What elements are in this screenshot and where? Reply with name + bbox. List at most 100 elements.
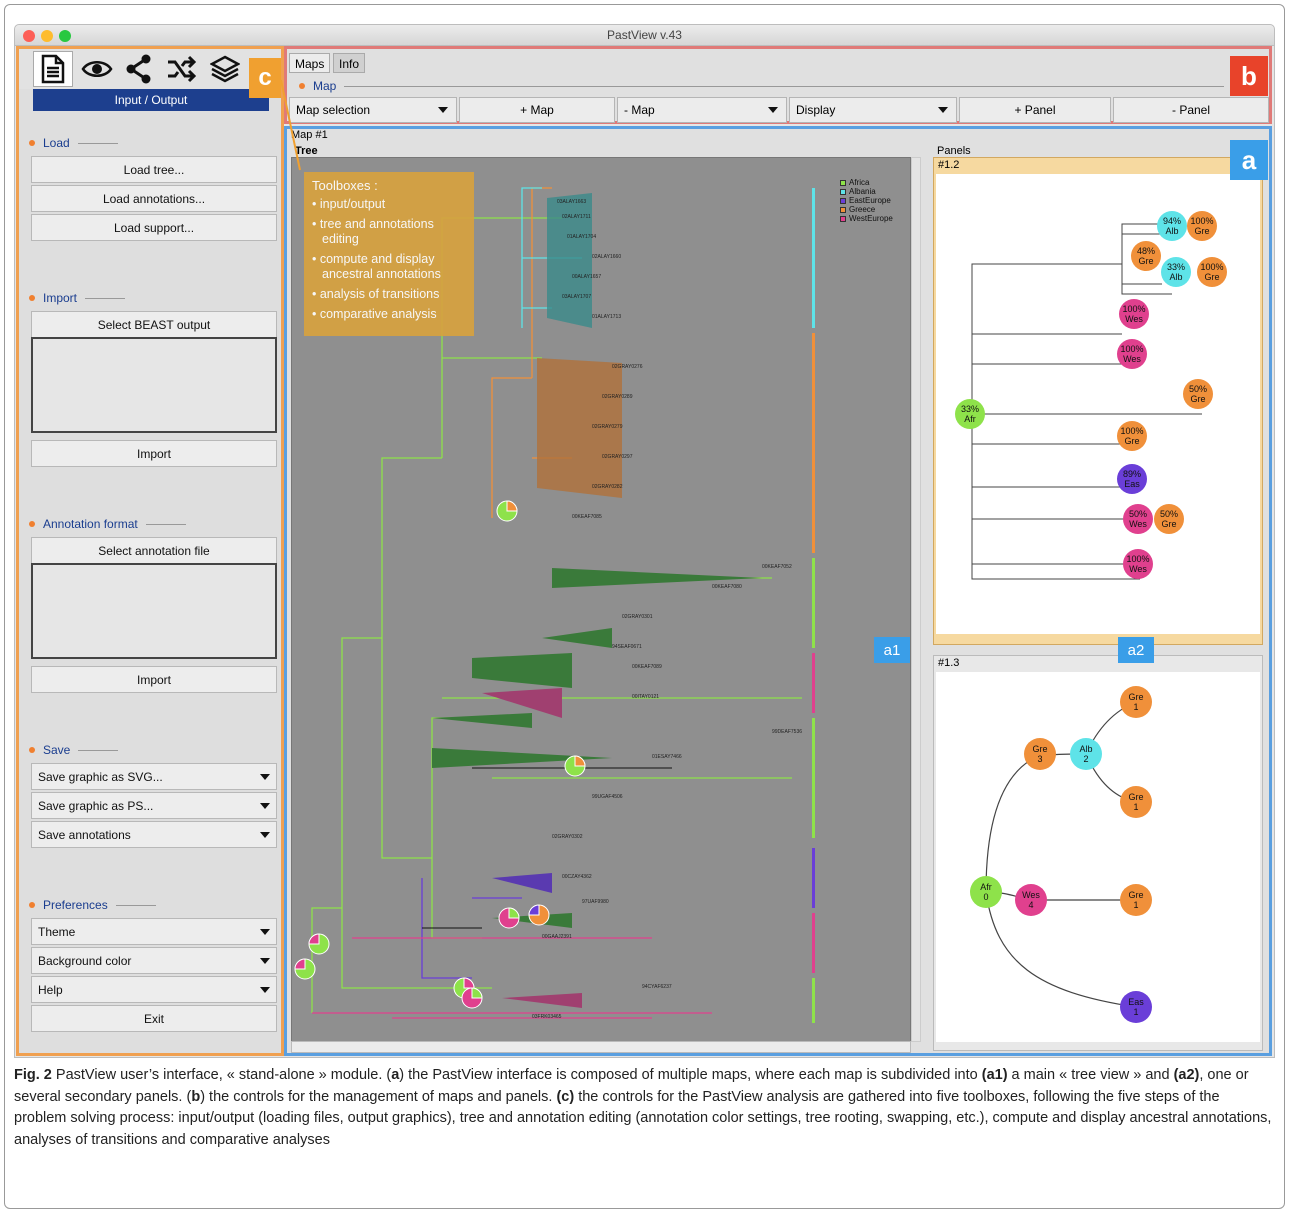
tree-horizontal-scrollbar[interactable]: [291, 1041, 911, 1053]
panel-1-3-canvas[interactable]: Gre 1 Gre 3 Alb 2 Gre 1 Afr 0 Wes 4 Gre 1 Eas 1: [936, 672, 1260, 1042]
svg-text:00KEAF7052: 00KEAF7052: [762, 564, 792, 570]
panel1-node[interactable]: 100%Wes: [1117, 339, 1147, 369]
panel1-node[interactable]: 100%Gre: [1187, 211, 1217, 241]
panel1-node[interactable]: 50%Gre: [1154, 504, 1184, 534]
svg-text:02GRAY0279: 02GRAY0279: [592, 424, 623, 430]
svg-text:01ALAY1704: 01ALAY1704: [567, 234, 596, 240]
svg-text:01ALAY1713: 01ALAY1713: [592, 314, 621, 320]
legend-item: Greece: [840, 205, 893, 214]
panel-1-2-canvas[interactable]: 94% Alb 100% Gre 48% Gre 33% Alb 100% Gre 100% Wes 1…: [936, 174, 1260, 634]
chevron-down-icon: [260, 958, 270, 964]
tab-info[interactable]: Info: [333, 53, 366, 73]
tree-view[interactable]: 03ALAY1663 02ALAY1711 01ALAY1704 02ALAY166…: [291, 157, 911, 1042]
panel1-node[interactable]: 50%Gre: [1183, 379, 1213, 409]
toolboxes-callout: Toolboxes : • input/output • tree and an…: [304, 172, 474, 336]
panel-1-3-graph: Gre1 Gre3 Alb2 Gre1 Afr0 Wes4 Gre1 Eas1: [970, 686, 1152, 1023]
badge-a2: a2: [1118, 637, 1154, 663]
panel-1-2-nodes: 94%Alb100%Gre48%Gre33%Alb100%Gre100%Wes1…: [955, 211, 1227, 579]
theme-dropdown[interactable]: Theme: [31, 918, 277, 945]
maps-toolbar: Maps Info Map Map selection + Map - Map …: [284, 46, 1272, 124]
panel1-node[interactable]: 94%Alb: [1157, 211, 1187, 241]
remove-map-dropdown[interactable]: - Map: [617, 97, 787, 123]
select-beast-output-label: Select BEAST output: [31, 311, 277, 338]
toolbox-header: Input / Output: [33, 89, 269, 111]
tree-vertical-scrollbar[interactable]: [911, 157, 921, 1042]
add-map-button[interactable]: + Map: [459, 97, 615, 123]
panel1-node[interactable]: 100%Wes: [1123, 549, 1153, 579]
import-beast-button[interactable]: Import: [31, 440, 277, 467]
save-annotations-dropdown[interactable]: Save annotations: [31, 821, 277, 848]
close-window-button[interactable]: [23, 30, 35, 42]
badge-a1: a1: [874, 637, 910, 663]
svg-text:50%: 50%: [1129, 509, 1147, 519]
background-color-dropdown[interactable]: Background color: [31, 947, 277, 974]
callout-item: • compute and display ancestral annotati…: [312, 252, 441, 281]
svg-text:Wes: Wes: [1123, 354, 1141, 364]
tab-maps[interactable]: Maps: [289, 53, 331, 73]
load-support-button[interactable]: Load support...: [31, 214, 277, 241]
panel2-node[interactable]: Afr0: [970, 876, 1002, 908]
callout-item: • analysis of transitions: [312, 287, 440, 301]
import-annotation-button[interactable]: Import: [31, 666, 277, 693]
annotation-file-list[interactable]: [31, 563, 277, 659]
chevron-down-icon: [768, 107, 778, 113]
panel1-node[interactable]: 48%Gre: [1131, 241, 1161, 271]
legend-swatch: [840, 206, 846, 213]
maximize-window-button[interactable]: [59, 30, 71, 42]
load-tree-button[interactable]: Load tree...: [31, 156, 277, 183]
chevron-down-icon: [260, 774, 270, 780]
svg-text:02ALAY1660: 02ALAY1660: [592, 254, 621, 260]
panel-1-3: #1.3 Gre 1 Gre 3 Alb 2 Gre 1 Afr 0 Wes 4 Gre 1 Eas 1: [933, 655, 1263, 1051]
panel1-node[interactable]: 50%Wes: [1123, 504, 1153, 534]
legend-item: WestEurope: [840, 214, 893, 223]
svg-text:02GRAY0302: 02GRAY0302: [552, 834, 583, 840]
panel1-node[interactable]: 100%Gre: [1117, 421, 1147, 451]
panel1-node[interactable]: 89%Eas: [1117, 464, 1147, 494]
svg-text:00GAAJ2391: 00GAAJ2391: [542, 934, 572, 940]
svg-text:Gre: Gre: [1204, 272, 1219, 282]
panel1-node[interactable]: 100%Wes: [1119, 299, 1149, 329]
minimize-window-button[interactable]: [41, 30, 53, 42]
panel-splitter[interactable]: [933, 645, 1263, 655]
svg-text:Wes: Wes: [1125, 314, 1143, 324]
add-panel-button[interactable]: + Panel: [959, 97, 1111, 123]
preferences-section-title: Preferences: [29, 896, 156, 914]
load-annotations-button[interactable]: Load annotations...: [31, 185, 277, 212]
svg-text:03ALAY1663: 03ALAY1663: [557, 199, 586, 205]
panel-1-3-title: #1.3: [938, 657, 960, 669]
save-ps-dropdown[interactable]: Save graphic as PS...: [31, 792, 277, 819]
panel2-node[interactable]: Wes4: [1015, 884, 1047, 916]
panel1-node[interactable]: 33%Alb: [1161, 257, 1191, 287]
document-icon[interactable]: [33, 51, 73, 87]
help-dropdown[interactable]: Help: [31, 976, 277, 1003]
chevron-down-icon: [938, 107, 948, 113]
callout-title: Toolboxes :: [312, 178, 378, 193]
badge-c: c: [249, 58, 281, 98]
chevron-down-icon: [260, 929, 270, 935]
callout-item: • comparative analysis: [312, 307, 437, 321]
save-svg-dropdown[interactable]: Save graphic as SVG...: [31, 763, 277, 790]
beast-output-list[interactable]: [31, 337, 277, 433]
svg-text:01ESAY7466: 01ESAY7466: [652, 754, 682, 760]
panel1-node[interactable]: 100%Gre: [1197, 257, 1227, 287]
panel1-node[interactable]: 33%Afr: [955, 399, 985, 429]
panel2-node[interactable]: Gre1: [1120, 686, 1152, 718]
left-toolbox: Input / Output Load Load tree... Load an…: [16, 46, 284, 1056]
map-selection-dropdown[interactable]: Map selection: [289, 97, 457, 123]
legend-item: Albania: [840, 187, 893, 196]
shuffle-icon[interactable]: [161, 51, 201, 87]
panel2-node[interactable]: Eas1: [1120, 991, 1152, 1023]
legend-swatch: [840, 215, 846, 222]
remove-panel-button[interactable]: - Panel: [1113, 97, 1269, 123]
panel2-node[interactable]: Gre1: [1120, 786, 1152, 818]
panel2-node[interactable]: Alb2: [1070, 738, 1102, 770]
panel2-node[interactable]: Gre3: [1024, 738, 1056, 770]
layers-icon[interactable]: [205, 51, 245, 87]
panel2-node[interactable]: Gre1: [1120, 884, 1152, 916]
share-icon[interactable]: [119, 51, 159, 87]
svg-text:00ALAY1657: 00ALAY1657: [572, 274, 601, 280]
svg-text:33%: 33%: [961, 404, 979, 414]
eye-icon[interactable]: [77, 51, 117, 87]
display-dropdown[interactable]: Display: [789, 97, 957, 123]
exit-button[interactable]: Exit: [31, 1005, 277, 1032]
